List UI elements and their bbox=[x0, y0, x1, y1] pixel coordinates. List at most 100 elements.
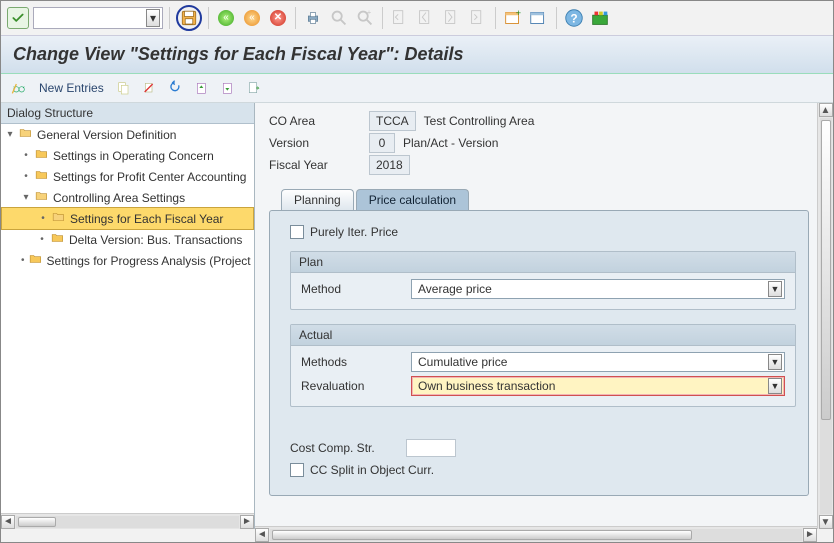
bullet-icon: • bbox=[21, 151, 31, 161]
toolbar-sep bbox=[295, 7, 296, 29]
doc-arrow-icon bbox=[246, 80, 262, 96]
purely-iter-price-checkbox[interactable] bbox=[290, 225, 304, 239]
back-button[interactable]: « bbox=[215, 7, 237, 29]
new-entries-button[interactable]: New Entries bbox=[35, 79, 108, 97]
tree-node-profit-center[interactable]: • Settings for Profit Center Accounting bbox=[1, 166, 254, 187]
revaluation-select[interactable]: Own business transaction ▼ bbox=[411, 376, 785, 396]
tree-node-general-version[interactable]: ▾ General Version Definition bbox=[1, 124, 254, 145]
fiscal-year-label: Fiscal Year bbox=[269, 158, 369, 172]
help-button[interactable]: ? bbox=[563, 7, 585, 29]
dialog-structure-header: Dialog Structure bbox=[1, 103, 254, 124]
tree-label: Delta Version: Bus. Transactions bbox=[69, 233, 242, 247]
top-toolbar: ▾ « « ✕ + + ? bbox=[1, 1, 833, 35]
print-button[interactable] bbox=[302, 7, 324, 29]
scroll-thumb[interactable] bbox=[821, 120, 831, 420]
scroll-right-icon[interactable]: ► bbox=[803, 528, 817, 542]
details-horizontal-scrollbar[interactable]: ◄ ► bbox=[255, 526, 817, 542]
plan-group: Plan Method Average price ▼ bbox=[290, 251, 796, 310]
dialog-structure-tree: ▾ General Version Definition • Settings … bbox=[1, 124, 254, 513]
scroll-track[interactable] bbox=[820, 118, 832, 514]
tab-planning[interactable]: Planning bbox=[281, 189, 354, 210]
command-field[interactable]: ▾ bbox=[33, 7, 163, 29]
svg-text:+: + bbox=[367, 7, 371, 16]
tree-node-delta-version[interactable]: • Delta Version: Bus. Transactions bbox=[1, 229, 254, 250]
folder-icon bbox=[51, 231, 65, 248]
scroll-down-icon[interactable]: ▼ bbox=[819, 515, 833, 529]
tree-node-progress-analysis[interactable]: • Settings for Progress Analysis (Projec… bbox=[1, 250, 254, 271]
delete-icon bbox=[142, 80, 158, 96]
find-next-button: + bbox=[354, 7, 376, 29]
print-icon bbox=[305, 10, 321, 26]
save-button[interactable] bbox=[176, 5, 202, 31]
shortcut-icon bbox=[528, 7, 550, 29]
folder-icon bbox=[29, 252, 43, 269]
fiscal-year-code: 2018 bbox=[369, 155, 410, 175]
select-all-extra-button[interactable] bbox=[244, 78, 264, 98]
tab-price-calculation[interactable]: Price calculation bbox=[356, 189, 469, 210]
prev-entry-button[interactable] bbox=[192, 78, 212, 98]
chevron-down-icon: ▼ bbox=[768, 378, 782, 394]
tree-node-controlling-area[interactable]: ▾ Controlling Area Settings bbox=[1, 187, 254, 208]
tree-label: General Version Definition bbox=[37, 128, 176, 142]
actual-methods-select[interactable]: Cumulative price ▼ bbox=[411, 352, 785, 372]
page-down-icon bbox=[220, 80, 236, 96]
copy-as-button[interactable] bbox=[114, 78, 134, 98]
prev-page-icon bbox=[415, 7, 437, 29]
exit-button[interactable]: « bbox=[241, 7, 263, 29]
undo-button[interactable] bbox=[166, 78, 186, 98]
details-vertical-scrollbar[interactable]: ▲ ▼ bbox=[817, 103, 833, 529]
new-session-button[interactable]: + bbox=[502, 7, 524, 29]
scroll-up-icon[interactable]: ▲ bbox=[819, 103, 833, 117]
tree-horizontal-scrollbar[interactable]: ◄ ► bbox=[1, 513, 254, 529]
check-icon bbox=[11, 11, 25, 25]
next-entry-button[interactable] bbox=[218, 78, 238, 98]
expand-icon: ▾ bbox=[5, 130, 15, 140]
tree-node-settings-fiscal-year[interactable]: • Settings for Each Fiscal Year bbox=[1, 207, 254, 230]
generate-shortcut-button[interactable] bbox=[528, 7, 550, 29]
bullet-icon: • bbox=[37, 235, 47, 245]
page-title: Change View "Settings for Each Fiscal Ye… bbox=[1, 35, 833, 74]
next-page-button bbox=[441, 7, 463, 29]
toggle-display-change-button[interactable] bbox=[9, 78, 29, 98]
toolbar-sep bbox=[382, 7, 383, 29]
folder-open-icon bbox=[19, 126, 33, 143]
bullet-icon: • bbox=[38, 214, 48, 224]
tree-label: Settings for Profit Center Accounting bbox=[53, 170, 246, 184]
scroll-left-icon[interactable]: ◄ bbox=[255, 528, 269, 542]
scroll-right-icon[interactable]: ► bbox=[240, 515, 254, 529]
command-field-dropdown[interactable]: ▾ bbox=[146, 9, 160, 27]
expand-icon: ▾ bbox=[21, 193, 31, 203]
chevron-down-icon: ▼ bbox=[768, 281, 782, 297]
cc-split-checkbox[interactable] bbox=[290, 463, 304, 477]
bullet-icon: • bbox=[21, 172, 31, 182]
tree-label: Settings for Progress Analysis (Project … bbox=[47, 254, 254, 268]
prev-page-button bbox=[415, 7, 437, 29]
scroll-thumb[interactable] bbox=[272, 530, 692, 540]
cost-comp-str-input[interactable] bbox=[406, 439, 456, 457]
find-button bbox=[328, 7, 350, 29]
chevron-down-icon: ▼ bbox=[768, 354, 782, 370]
enter-button[interactable] bbox=[7, 7, 29, 29]
scroll-track[interactable] bbox=[16, 516, 239, 528]
scroll-track[interactable] bbox=[270, 529, 802, 541]
scroll-thumb[interactable] bbox=[18, 517, 56, 527]
revaluation-label: Revaluation bbox=[301, 379, 411, 393]
toolbar-sep bbox=[169, 7, 170, 29]
tabpage-price-calculation: Purely Iter. Price Plan Method Average p… bbox=[269, 210, 809, 496]
folder-icon bbox=[35, 168, 49, 185]
revaluation-value: Own business transaction bbox=[418, 379, 555, 393]
cc-split-label: CC Split in Object Curr. bbox=[310, 463, 434, 477]
scroll-left-icon[interactable]: ◄ bbox=[1, 515, 15, 529]
cancel-button[interactable]: ✕ bbox=[267, 7, 289, 29]
plan-method-select[interactable]: Average price ▼ bbox=[411, 279, 785, 299]
save-icon bbox=[180, 9, 198, 27]
customize-layout-button[interactable] bbox=[589, 7, 611, 29]
tree-node-operating-concern[interactable]: • Settings in Operating Concern bbox=[1, 145, 254, 166]
exit-icon: « bbox=[244, 10, 260, 26]
svg-text:?: ? bbox=[570, 12, 577, 26]
last-page-button bbox=[467, 7, 489, 29]
main-area: Dialog Structure ▾ General Version Defin… bbox=[1, 103, 833, 529]
folder-icon bbox=[35, 147, 49, 164]
delete-button[interactable] bbox=[140, 78, 160, 98]
purely-iter-price-label: Purely Iter. Price bbox=[310, 225, 398, 239]
